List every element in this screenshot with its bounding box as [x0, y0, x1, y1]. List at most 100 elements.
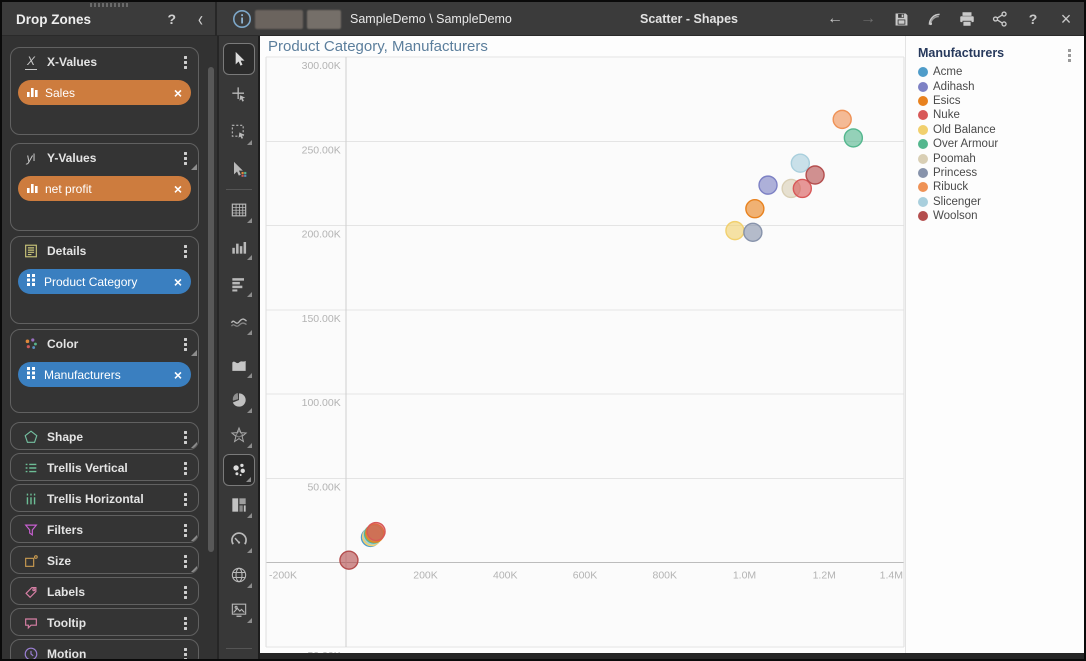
- zone-menu-icon[interactable]: [184, 244, 187, 248]
- scatter-point[interactable]: [366, 521, 386, 542]
- breadcrumb[interactable]: SampleDemo \ SampleDemo: [350, 2, 512, 36]
- share-icon[interactable]: [990, 9, 1010, 29]
- legend-color-dot: [918, 182, 928, 193]
- image-widget-tool[interactable]: [223, 594, 255, 626]
- zone-menu-icon[interactable]: [184, 585, 187, 589]
- drop-zone-size[interactable]: Size: [10, 546, 199, 574]
- panel-drag-handle[interactable]: [90, 3, 130, 7]
- sidebar-scrollbar[interactable]: [208, 67, 214, 552]
- zone-menu-icon[interactable]: [184, 151, 187, 155]
- zone-menu-icon[interactable]: [184, 523, 187, 527]
- toolbar-divider: [226, 189, 252, 190]
- topbar: Drop Zones ? ‹ SampleDemo \ SampleDemo S…: [2, 2, 1084, 36]
- help-icon[interactable]: ?: [167, 11, 176, 27]
- drop-zone-x-values[interactable]: X X-Values Sales ×: [10, 47, 199, 135]
- legend-item[interactable]: Princess: [918, 166, 1076, 180]
- scatter-plot: 300.00K 250.00K 200.00K 150.00K 100.00K 50.00…: [265, 56, 905, 653]
- trellis-horizontal-icon: [21, 491, 41, 507]
- feed-icon[interactable]: [924, 9, 944, 29]
- zone-menu-icon[interactable]: [184, 492, 187, 496]
- collapse-panel-icon[interactable]: ‹: [198, 7, 203, 31]
- crosshair-select-tool[interactable]: [223, 78, 255, 110]
- scatter-point[interactable]: [843, 128, 864, 148]
- scatter-point[interactable]: [832, 109, 852, 130]
- column-chart-tool[interactable]: [223, 231, 255, 263]
- drop-zone-trellis-horizontal[interactable]: Trellis Horizontal: [10, 484, 199, 512]
- legend-item[interactable]: Adihash: [918, 79, 1076, 93]
- legend-item-label: Slicenger: [933, 195, 981, 208]
- remove-field-icon[interactable]: ×: [174, 182, 182, 196]
- legend-color-dot: [918, 139, 928, 150]
- drop-zones-panel: X X-Values Sales × yI Y-Values net profi…: [2, 36, 217, 659]
- y-tick-label: 50.00K: [307, 481, 340, 493]
- back-icon[interactable]: ←: [825, 9, 845, 29]
- map-tool[interactable]: [223, 559, 255, 591]
- field-pill-manufacturers[interactable]: Manufacturers ×: [18, 362, 191, 387]
- pointer-tool[interactable]: [223, 43, 255, 75]
- info-icon[interactable]: [232, 9, 252, 34]
- gauge-tool[interactable]: [223, 524, 255, 556]
- legend-menu-icon[interactable]: [1068, 49, 1071, 52]
- zone-menu-icon[interactable]: [184, 55, 187, 59]
- drop-zone-details[interactable]: Details Product Category ×: [10, 236, 199, 324]
- remove-field-icon[interactable]: ×: [174, 368, 182, 382]
- legend-color-dot: [918, 124, 928, 135]
- scatter-point[interactable]: [790, 153, 811, 173]
- scatter-point[interactable]: [805, 165, 825, 185]
- drop-zone-trellis-vertical[interactable]: Trellis Vertical: [10, 453, 199, 481]
- radar-chart-tool[interactable]: [223, 419, 255, 451]
- drop-zone-labels[interactable]: Labels: [10, 577, 199, 605]
- legend-item-label: Nuke: [933, 109, 960, 122]
- pie-chart-tool[interactable]: [223, 384, 255, 416]
- area-chart-tool[interactable]: [223, 349, 255, 381]
- drop-zone-shape[interactable]: Shape: [10, 422, 199, 450]
- legend-item[interactable]: Over Armour: [918, 137, 1076, 151]
- scatter-point[interactable]: [725, 220, 745, 241]
- field-pill-net-profit[interactable]: net profit ×: [18, 176, 191, 201]
- legend-item[interactable]: Nuke: [918, 108, 1076, 122]
- zone-menu-icon[interactable]: [184, 616, 187, 620]
- save-icon[interactable]: [891, 9, 911, 29]
- remove-field-icon[interactable]: ×: [174, 86, 182, 100]
- legend-item[interactable]: Poomah: [918, 151, 1076, 165]
- drop-zone-motion[interactable]: Motion: [10, 639, 199, 659]
- legend-item[interactable]: Slicenger: [918, 195, 1076, 209]
- drop-zone-tooltip[interactable]: Tooltip: [10, 608, 199, 636]
- marquee-select-tool[interactable]: [223, 116, 255, 148]
- zone-menu-icon[interactable]: [184, 647, 187, 651]
- table-tool[interactable]: [223, 194, 255, 226]
- scatter-point[interactable]: [743, 222, 763, 243]
- zone-menu-icon[interactable]: [184, 461, 187, 465]
- print-icon[interactable]: [957, 9, 977, 29]
- forward-icon[interactable]: →: [858, 9, 878, 29]
- field-pill-sales[interactable]: Sales ×: [18, 80, 191, 105]
- treemap-tool[interactable]: [223, 489, 255, 521]
- redacted-block: [255, 10, 303, 29]
- trellis-vertical-icon: [21, 460, 41, 476]
- scatter-point[interactable]: [758, 175, 778, 195]
- zone-menu-icon[interactable]: [184, 554, 187, 558]
- line-chart-tool[interactable]: [223, 306, 255, 338]
- point-select-tool[interactable]: [223, 153, 255, 185]
- field-pill-product-category[interactable]: Product Category ×: [18, 269, 191, 294]
- color-icon: [21, 336, 41, 352]
- bar-chart-tool[interactable]: [223, 268, 255, 300]
- help-icon[interactable]: ?: [1023, 9, 1043, 29]
- legend-item[interactable]: Old Balance: [918, 123, 1076, 137]
- remove-field-icon[interactable]: ×: [174, 275, 182, 289]
- legend-item[interactable]: Woolson: [918, 209, 1076, 223]
- zone-header: yI Y-Values: [11, 144, 198, 172]
- zone-menu-icon[interactable]: [184, 430, 187, 434]
- zone-menu-icon[interactable]: [184, 337, 187, 341]
- legend-item[interactable]: Ribuck: [918, 180, 1076, 194]
- close-icon[interactable]: ×: [1056, 9, 1076, 29]
- drop-zone-color[interactable]: Color Manufacturers ×: [10, 329, 199, 413]
- shape-icon: [21, 429, 41, 445]
- legend-item[interactable]: Acme: [918, 65, 1076, 79]
- scatter-chart-tool[interactable]: [223, 454, 255, 486]
- drop-zone-y-values[interactable]: yI Y-Values net profit ×: [10, 143, 199, 231]
- scatter-point[interactable]: [339, 550, 359, 570]
- drop-zone-filters[interactable]: Filters: [10, 515, 199, 543]
- scatter-point[interactable]: [745, 199, 765, 219]
- legend-item[interactable]: Esics: [918, 94, 1076, 108]
